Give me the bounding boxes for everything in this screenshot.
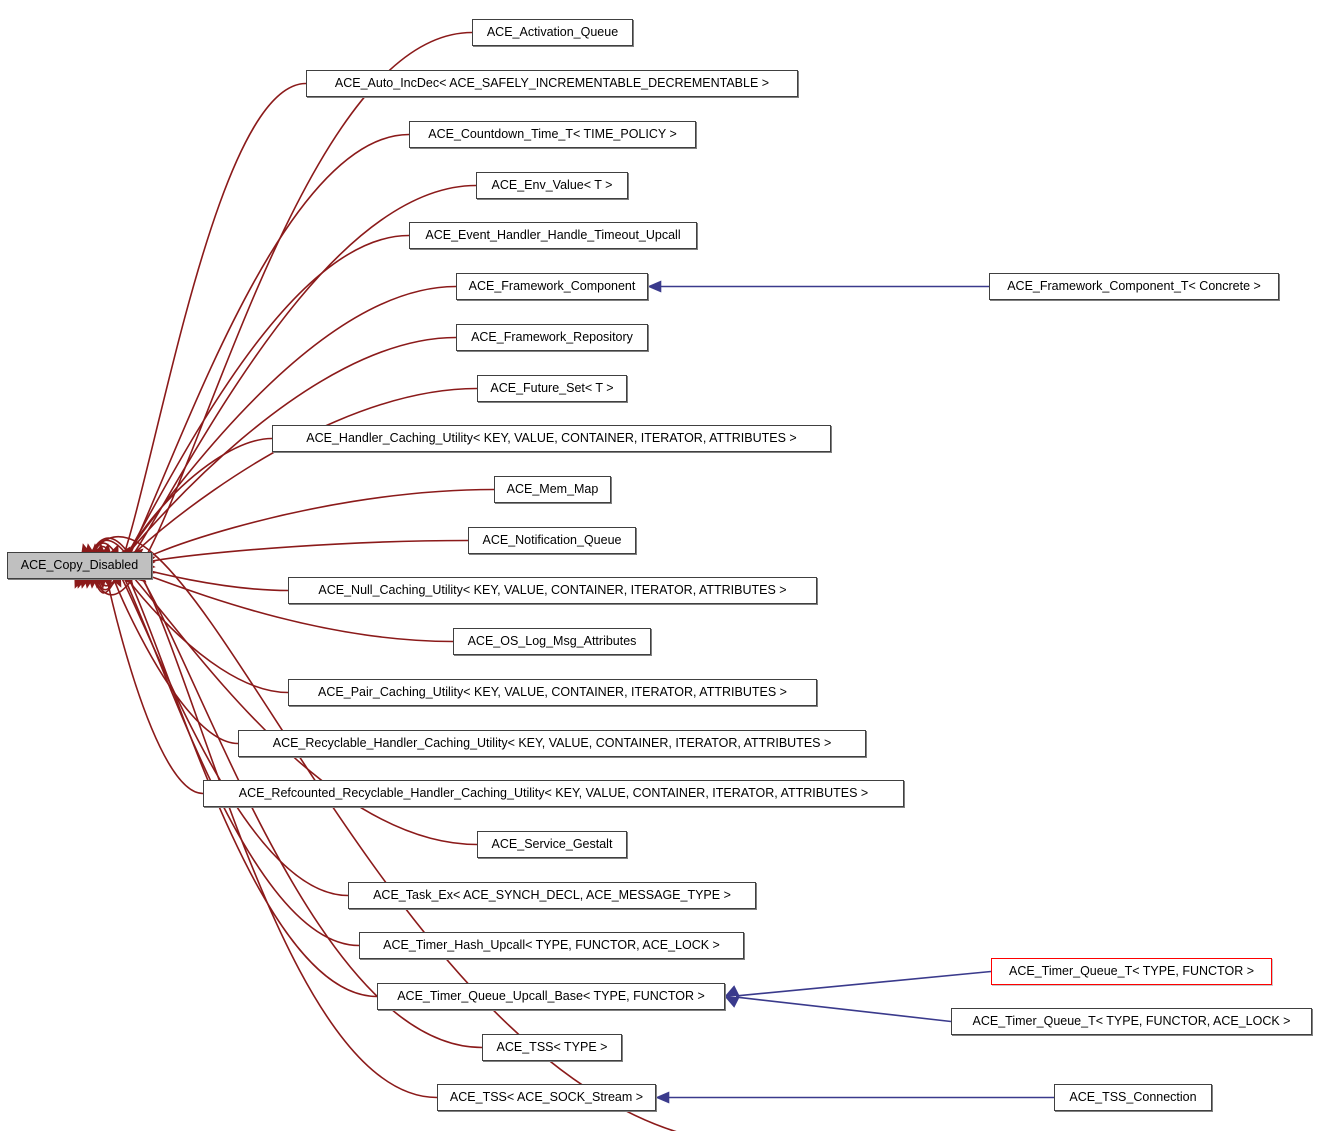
class-node[interactable]: ACE_Future_Set< T > <box>477 375 627 402</box>
inheritance-diagram: ACE_Copy_Disabled ACE_Activation_Queue ACE… <box>0 0 1320 1131</box>
class-node-label: ACE_Activation_Queue <box>486 25 619 40</box>
class-node-label: ACE_Null_Caching_Utility< KEY, VALUE, CO… <box>318 583 787 598</box>
class-node-label: ACE_TSS< ACE_SOCK_Stream > <box>449 1090 644 1105</box>
class-node-label: ACE_Framework_Component_T< Concrete > <box>1007 279 1261 294</box>
class-node-label: ACE_Framework_Component <box>468 279 636 294</box>
root-class-node[interactable]: ACE_Copy_Disabled <box>7 552 152 579</box>
class-node-label: ACE_Refcounted_Recyclable_Handler_Cachin… <box>238 786 869 801</box>
class-node[interactable]: ACE_Handler_Caching_Utility< KEY, VALUE,… <box>272 425 831 452</box>
class-node-label: ACE_TSS< TYPE > <box>496 1040 608 1055</box>
class-node-label: ACE_OS_Log_Msg_Attributes <box>467 634 637 649</box>
class-node-label: ACE_Env_Value< T > <box>491 178 613 193</box>
class-node-label: ACE_Countdown_Time_T< TIME_POLICY > <box>428 127 677 142</box>
class-node[interactable]: ACE_Mem_Map <box>494 476 611 503</box>
class-node-label: ACE_Timer_Queue_T< TYPE, FUNCTOR, ACE_LO… <box>972 1014 1291 1029</box>
class-node-label: ACE_Handler_Caching_Utility< KEY, VALUE,… <box>306 431 797 446</box>
class-node[interactable]: ACE_Countdown_Time_T< TIME_POLICY > <box>409 121 696 148</box>
class-node[interactable]: ACE_Pair_Caching_Utility< KEY, VALUE, CO… <box>288 679 817 706</box>
class-node[interactable]: ACE_Auto_IncDec< ACE_SAFELY_INCREMENTABL… <box>306 70 798 97</box>
class-node-label: ACE_Event_Handler_Handle_Timeout_Upcall <box>425 228 681 243</box>
class-node-label: ACE_Mem_Map <box>506 482 599 497</box>
class-node[interactable]: ACE_TSS< TYPE > <box>482 1034 622 1061</box>
class-node-label: ACE_Framework_Repository <box>471 330 633 345</box>
class-node-label: ACE_Timer_Hash_Upcall< TYPE, FUNCTOR, AC… <box>383 938 720 953</box>
class-node[interactable]: ACE_Refcounted_Recyclable_Handler_Cachin… <box>203 780 904 807</box>
class-node[interactable]: ACE_Notification_Queue <box>468 527 636 554</box>
class-node[interactable]: ACE_Activation_Queue <box>472 19 633 46</box>
class-node[interactable]: ACE_Null_Caching_Utility< KEY, VALUE, CO… <box>288 577 817 604</box>
class-node-label: ACE_Task_Ex< ACE_SYNCH_DECL, ACE_MESSAGE… <box>373 888 731 903</box>
class-node-label: ACE_Pair_Caching_Utility< KEY, VALUE, CO… <box>318 685 787 700</box>
class-node-label: ACE_Recyclable_Handler_Caching_Utility< … <box>272 736 832 751</box>
class-node[interactable]: ACE_Timer_Queue_T< TYPE, FUNCTOR, ACE_LO… <box>951 1008 1312 1035</box>
class-node[interactable]: ACE_Event_Handler_Handle_Timeout_Upcall <box>409 222 697 249</box>
class-node-label: ACE_Timer_Queue_Upcall_Base< TYPE, FUNCT… <box>397 989 705 1004</box>
class-node[interactable]: ACE_Timer_Queue_T< TYPE, FUNCTOR > <box>991 958 1272 985</box>
class-node[interactable]: ACE_Recyclable_Handler_Caching_Utility< … <box>238 730 866 757</box>
class-node-label: ACE_Timer_Queue_T< TYPE, FUNCTOR > <box>1009 964 1254 979</box>
class-node[interactable]: ACE_OS_Log_Msg_Attributes <box>453 628 651 655</box>
class-node-label: ACE_TSS_Connection <box>1069 1090 1197 1105</box>
class-node[interactable]: ACE_Timer_Queue_Upcall_Base< TYPE, FUNCT… <box>377 983 725 1010</box>
class-node[interactable]: ACE_Timer_Hash_Upcall< TYPE, FUNCTOR, AC… <box>359 932 744 959</box>
class-node[interactable]: ACE_TSS_Connection <box>1054 1084 1212 1111</box>
class-node[interactable]: ACE_Task_Ex< ACE_SYNCH_DECL, ACE_MESSAGE… <box>348 882 756 909</box>
class-node[interactable]: ACE_Framework_Repository <box>456 324 648 351</box>
class-node[interactable]: ACE_Framework_Component_T< Concrete > <box>989 273 1279 300</box>
class-node-label: ACE_Future_Set< T > <box>490 381 614 396</box>
class-node-label: ACE_Copy_Disabled <box>20 558 139 573</box>
class-node[interactable]: ACE_TSS< ACE_SOCK_Stream > <box>437 1084 656 1111</box>
class-node[interactable]: ACE_Service_Gestalt <box>477 831 627 858</box>
class-node-label: ACE_Service_Gestalt <box>491 837 613 852</box>
class-node-label: ACE_Auto_IncDec< ACE_SAFELY_INCREMENTABL… <box>334 76 770 91</box>
class-node[interactable]: ACE_Framework_Component <box>456 273 648 300</box>
class-node-label: ACE_Notification_Queue <box>482 533 622 548</box>
class-node[interactable]: ACE_Env_Value< T > <box>476 172 628 199</box>
